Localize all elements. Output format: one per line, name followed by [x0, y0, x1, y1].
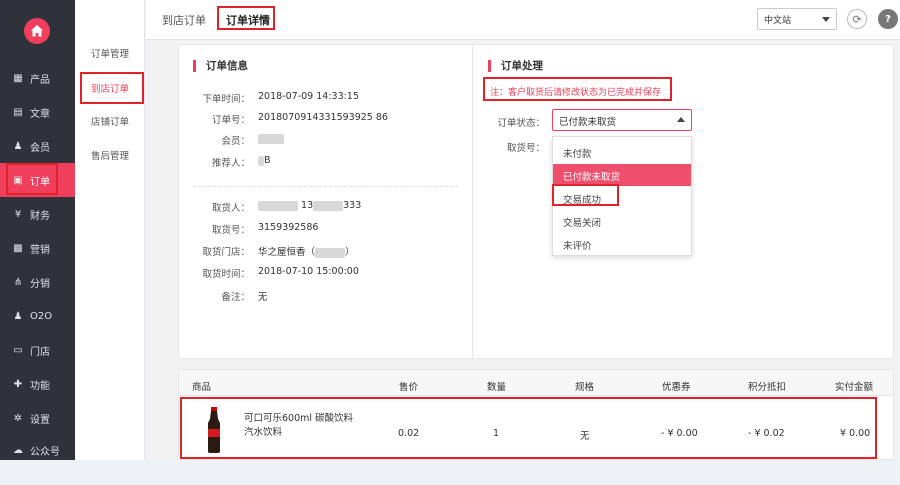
sidebar-item-orders[interactable]: ▣ 订单	[0, 163, 75, 197]
info-divider	[193, 186, 458, 187]
order-process-title: 订单处理	[488, 60, 543, 72]
sidebar-item-features[interactable]: ✚ 功能	[0, 367, 75, 401]
grid-icon: ▦	[13, 72, 23, 84]
submenu-order-management[interactable]: 订单管理	[75, 46, 145, 60]
status-option-unpaid[interactable]: 未付款	[553, 141, 691, 163]
cell-price: 0.02	[398, 428, 420, 439]
value-pickup-time: 2018-07-10 15:00:00	[258, 266, 359, 277]
help-button[interactable]: ?	[878, 9, 898, 29]
main-sidebar: ▦ 产品 ▤ 文章 ♟ 会员 ▣ 订单 ¥ 财务 ▩ 营销 ⋔ 分销 ♟ O2O ▭ 门店 ✚ 功能…	[0, 0, 75, 460]
store-icon: ▭	[13, 344, 23, 356]
status-notice: 注：客户取货后请修改状态为已完成并保存	[490, 88, 662, 98]
order-info-title: 订单信息	[193, 60, 248, 72]
home-icon[interactable]	[24, 18, 50, 44]
top-bar: 到店订单 订单详情 中文站 ⟳ ?	[146, 0, 900, 40]
th-points: 积分抵扣	[748, 382, 787, 393]
order-status-dropdown: 未付款 已付款未取货 交易成功 交易关闭 未评价	[552, 136, 692, 256]
bottom-strip	[0, 460, 900, 485]
label-member: 会员：	[221, 136, 250, 147]
gear-icon: ✲	[13, 412, 23, 424]
cell-qty: 1	[493, 428, 500, 439]
label-referrer: 推荐人：	[211, 158, 250, 169]
label-pickup-store: 取货门店：	[202, 247, 250, 258]
sidebar-item-distribution[interactable]: ⋔ 分销	[0, 265, 75, 299]
user-icon: ♟	[13, 140, 23, 152]
order-submenu: 订单管理 到店订单 店铺订单 售后管理	[75, 0, 145, 460]
order-icon: ▣	[13, 174, 23, 186]
sidebar-item-articles[interactable]: ▤ 文章	[0, 95, 75, 129]
th-paid: 实付金额	[835, 382, 874, 393]
th-goods: 商品	[192, 382, 212, 393]
cell-paid: ¥ 0.00	[840, 428, 871, 439]
label-pickup-number: 取货号：	[211, 225, 250, 236]
label-pickup-person: 取货人：	[211, 203, 250, 214]
value-referrer: B	[258, 155, 271, 166]
value-pickup-store: 华之屋恒香（）	[258, 247, 355, 258]
status-option-paid-not-picked[interactable]: 已付款未取货	[553, 164, 691, 186]
help-icon: ?	[885, 13, 891, 25]
value-order-number: 2018070914331593925 86	[258, 112, 388, 123]
sidebar-item-products[interactable]: ▦ 产品	[0, 61, 75, 95]
label-remark: 备注：	[221, 292, 250, 303]
cell-points: - ¥ 0.02	[748, 428, 785, 439]
th-qty: 数量	[487, 382, 507, 393]
cell-spec: 无	[580, 431, 590, 442]
value-member-blurred	[258, 133, 284, 144]
value-order-time: 2018-07-09 14:33:15	[258, 91, 359, 102]
cell-coupon: - ¥ 0.00	[661, 428, 698, 439]
network-icon: ⋔	[13, 276, 23, 288]
sidebar-item-settings[interactable]: ✲ 设置	[0, 401, 75, 435]
status-option-closed[interactable]: 交易关闭	[553, 210, 691, 232]
value-pickup-number: 3159392586	[258, 222, 319, 233]
wechat-icon: ☁	[13, 444, 23, 456]
label-order-time: 下单时间：	[202, 94, 250, 105]
o2o-icon: ♟	[13, 310, 23, 322]
value-pickup-person: 13 333	[258, 200, 361, 211]
product-image	[200, 405, 228, 455]
document-icon: ▤	[13, 106, 23, 118]
label-order-number: 订单号：	[211, 115, 250, 126]
th-price: 售价	[399, 382, 419, 393]
sidebar-item-stores[interactable]: ▭ 门店	[0, 333, 75, 367]
product-name-line1: 可口可乐600ml 碳酸饮料	[244, 413, 354, 424]
puzzle-icon: ✚	[13, 378, 23, 390]
gift-icon: ▩	[13, 242, 23, 254]
label-order-status: 订单状态：	[497, 118, 545, 129]
status-option-success[interactable]: 交易成功	[553, 187, 691, 209]
th-spec: 规格	[575, 382, 595, 393]
language-select[interactable]: 中文站	[757, 8, 837, 30]
submenu-shop-orders[interactable]: 店铺订单	[75, 114, 145, 128]
sidebar-item-o2o[interactable]: ♟ O2O	[0, 299, 75, 333]
chevron-down-icon	[822, 17, 830, 22]
submenu-after-sales[interactable]: 售后管理	[75, 148, 145, 162]
th-coupon: 优惠券	[662, 382, 691, 393]
submenu-in-store-orders[interactable]: 到店订单	[75, 81, 145, 95]
panel-divider	[472, 44, 473, 359]
label-pickup-time: 取货时间：	[202, 269, 250, 280]
order-status-select[interactable]: 已付款未取货	[552, 109, 692, 131]
value-remark: 无	[258, 292, 268, 303]
yen-icon: ¥	[14, 208, 22, 220]
refresh-icon: ⟳	[852, 12, 862, 26]
sidebar-item-members[interactable]: ♟ 会员	[0, 129, 75, 163]
status-option-unreviewed[interactable]: 未评价	[553, 233, 691, 255]
label-pickup-no-process: 取货号：	[506, 143, 545, 154]
refresh-button[interactable]: ⟳	[847, 9, 867, 29]
tab-order-detail[interactable]: 订单详情	[226, 12, 270, 28]
chevron-up-icon	[677, 117, 685, 122]
sidebar-item-finance[interactable]: ¥ 财务	[0, 197, 75, 231]
tab-in-store-orders[interactable]: 到店订单	[162, 12, 206, 28]
sidebar-item-marketing[interactable]: ▩ 营销	[0, 231, 75, 265]
product-name-line2: 汽水饮料	[244, 427, 283, 438]
